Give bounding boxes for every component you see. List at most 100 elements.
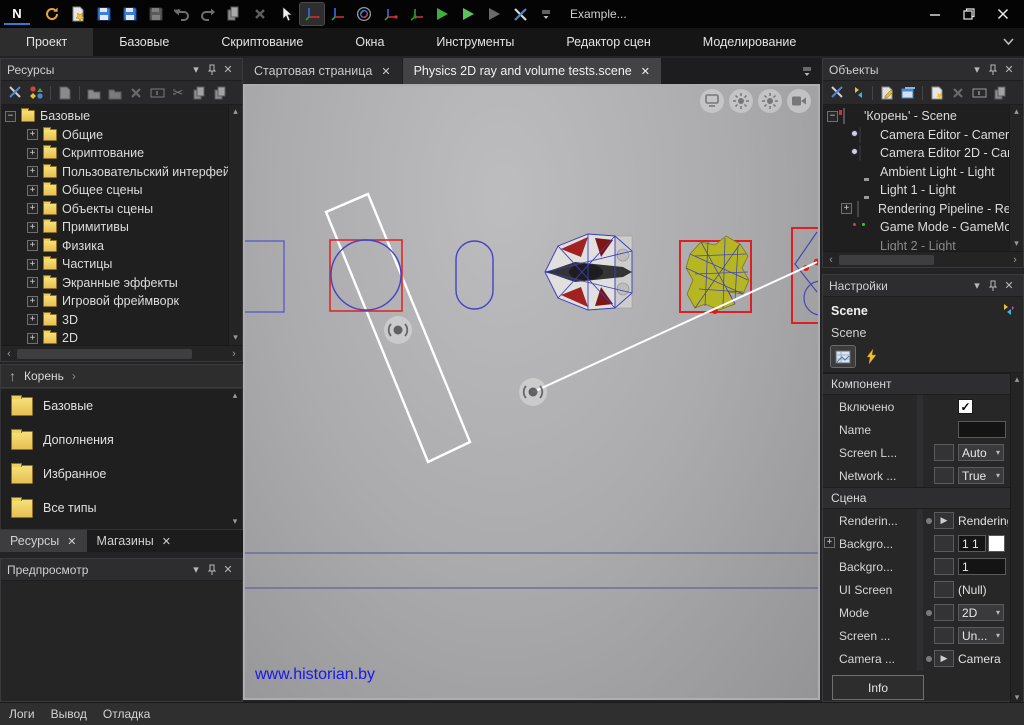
default-value-button[interactable] [934, 535, 954, 552]
scroll-down-icon[interactable]: ▾ [233, 332, 238, 344]
enabled-checkbox[interactable]: ✓ [958, 399, 973, 414]
tree-item[interactable]: +Игровой фреймворк [1, 292, 228, 311]
reference-button[interactable]: ▶ [934, 512, 954, 529]
menubar-chevron-down-icon[interactable] [993, 28, 1024, 56]
run-icon[interactable] [456, 3, 480, 25]
scroll-right-icon[interactable]: › [226, 348, 242, 360]
rotate-tool-icon[interactable] [352, 3, 376, 25]
expand-icon[interactable]: + [27, 148, 38, 159]
scroll-left-icon[interactable]: ‹ [823, 254, 839, 266]
menu-windows[interactable]: Окна [329, 28, 410, 56]
breadcrumb-root[interactable]: Корень [24, 369, 64, 383]
tree-item[interactable]: +Пользовательский интерфейс [1, 163, 228, 182]
screen-orientation-dropdown[interactable]: Un...▾ [958, 627, 1004, 644]
tree-item[interactable]: +Общие [1, 126, 228, 145]
expand-icon[interactable]: + [27, 277, 38, 288]
toolbar-overflow-icon[interactable] [534, 3, 558, 25]
camera-view-icon[interactable] [787, 89, 811, 113]
tab-scene[interactable]: Physics 2D ray and volume tests.scene✕ [403, 58, 661, 84]
default-value-button[interactable] [934, 444, 954, 461]
tree-item[interactable]: +Скриптование [1, 144, 228, 163]
collapse-icon[interactable]: − [5, 111, 16, 122]
expand-icon[interactable]: + [27, 314, 38, 325]
scene-right-body[interactable] [792, 228, 818, 323]
background-multiplier-input[interactable]: 1 [958, 558, 1006, 575]
tree-item-root[interactable]: −Базовые [1, 107, 228, 126]
status-logs[interactable]: Логи [9, 707, 35, 721]
transform-tool-icon[interactable] [404, 3, 428, 25]
expand-icon[interactable]: + [841, 203, 852, 214]
scroll-thumb[interactable] [17, 349, 192, 359]
scale-tool-icon[interactable] [378, 3, 402, 25]
tree-item-ambient-light[interactable]: Ambient Light - Light [823, 163, 1009, 182]
close-icon[interactable]: ✕ [381, 65, 390, 78]
tree-item-light-1[interactable]: Light 1 - Light [823, 181, 1009, 200]
screen-label-dropdown[interactable]: Auto▾ [958, 444, 1004, 461]
section-component[interactable]: Компонент [823, 373, 1010, 395]
close-icon[interactable]: ✕ [162, 535, 171, 548]
save-icon[interactable] [92, 3, 116, 25]
folder-list-vscrollbar[interactable]: ▴ ▾ [228, 389, 242, 529]
tree-item-game-mode[interactable]: Game Mode - GameMode [823, 218, 1009, 237]
tree-item[interactable]: +3D [1, 311, 228, 330]
resources-vscrollbar[interactable]: ▴ ▾ [228, 105, 242, 345]
scroll-up-icon[interactable]: ▴ [233, 390, 238, 402]
scroll-thumb[interactable] [839, 255, 934, 265]
tree-item[interactable]: +Физика [1, 237, 228, 256]
refresh-icon[interactable] [40, 3, 64, 25]
menu-basic[interactable]: Базовые [93, 28, 195, 56]
tree-item[interactable]: +Объекты сцены [1, 200, 228, 219]
pin-icon[interactable] [985, 62, 1001, 78]
list-item[interactable]: Дополнения [1, 423, 242, 457]
tree-item[interactable]: +2D [1, 329, 228, 345]
close-icon[interactable]: ✕ [67, 535, 76, 548]
display-icon[interactable] [700, 89, 724, 113]
breadcrumb-chevron-icon[interactable]: › [72, 369, 76, 383]
menu-project[interactable]: Проект [0, 28, 93, 56]
move-tool-icon[interactable] [300, 3, 324, 25]
brightness-icon[interactable] [729, 89, 753, 113]
close-icon[interactable]: ✕ [220, 562, 236, 578]
pin-icon[interactable] [204, 562, 220, 578]
objects-hscrollbar[interactable]: ‹ › [823, 251, 1023, 267]
expand-icon[interactable]: + [27, 203, 38, 214]
network-dropdown[interactable]: True▾ [958, 467, 1004, 484]
close-icon[interactable]: ✕ [641, 65, 650, 78]
scene-mesh-body[interactable] [680, 236, 751, 314]
section-scene[interactable]: Сцена [823, 487, 1010, 509]
expand-icon[interactable]: + [27, 333, 38, 344]
settings-vscrollbar[interactable]: ▴ ▾ [1010, 373, 1023, 705]
new-resource-icon[interactable] [66, 3, 90, 25]
mode-dropdown[interactable]: 2D▾ [958, 604, 1004, 621]
menu-scene-editor[interactable]: Редактор сцен [540, 28, 676, 56]
move-snap-tool-icon[interactable] [326, 3, 350, 25]
info-button[interactable]: Info [832, 675, 924, 700]
options-icon[interactable] [26, 83, 46, 103]
restore-icon[interactable] [952, 2, 986, 26]
expand-icon[interactable]: + [27, 185, 38, 196]
background-color-value[interactable]: 1 1 [958, 535, 986, 552]
up-icon[interactable]: ↑ [9, 368, 16, 384]
scene-circle-body[interactable] [330, 240, 402, 311]
play-icon[interactable] [430, 3, 454, 25]
tree-item[interactable]: +Общее сцены [1, 181, 228, 200]
scene-point-gizmo[interactable] [384, 316, 412, 344]
save-all-icon[interactable] [118, 3, 142, 25]
scroll-up-icon[interactable]: ▴ [1014, 106, 1019, 118]
expand-icon[interactable]: + [27, 129, 38, 140]
list-item[interactable]: Базовые [1, 389, 242, 423]
scene-box-left[interactable] [245, 241, 284, 312]
scene-capsule[interactable] [456, 241, 493, 309]
default-value-button[interactable] [934, 627, 954, 644]
transfer-icon[interactable] [1000, 302, 1015, 320]
pin-icon[interactable] [204, 62, 220, 78]
select-tool-icon[interactable] [274, 3, 298, 25]
panel-menu-icon[interactable]: ▾ [969, 278, 985, 294]
scene-ray-origin-gizmo[interactable] [519, 378, 547, 406]
new-window-icon[interactable] [898, 83, 918, 103]
new-object-icon[interactable] [927, 83, 947, 103]
edit-icon[interactable] [877, 83, 897, 103]
default-value-button[interactable] [934, 558, 954, 575]
objects-vscrollbar[interactable]: ▴ ▾ [1009, 105, 1023, 251]
close-icon[interactable]: ✕ [1001, 62, 1017, 78]
